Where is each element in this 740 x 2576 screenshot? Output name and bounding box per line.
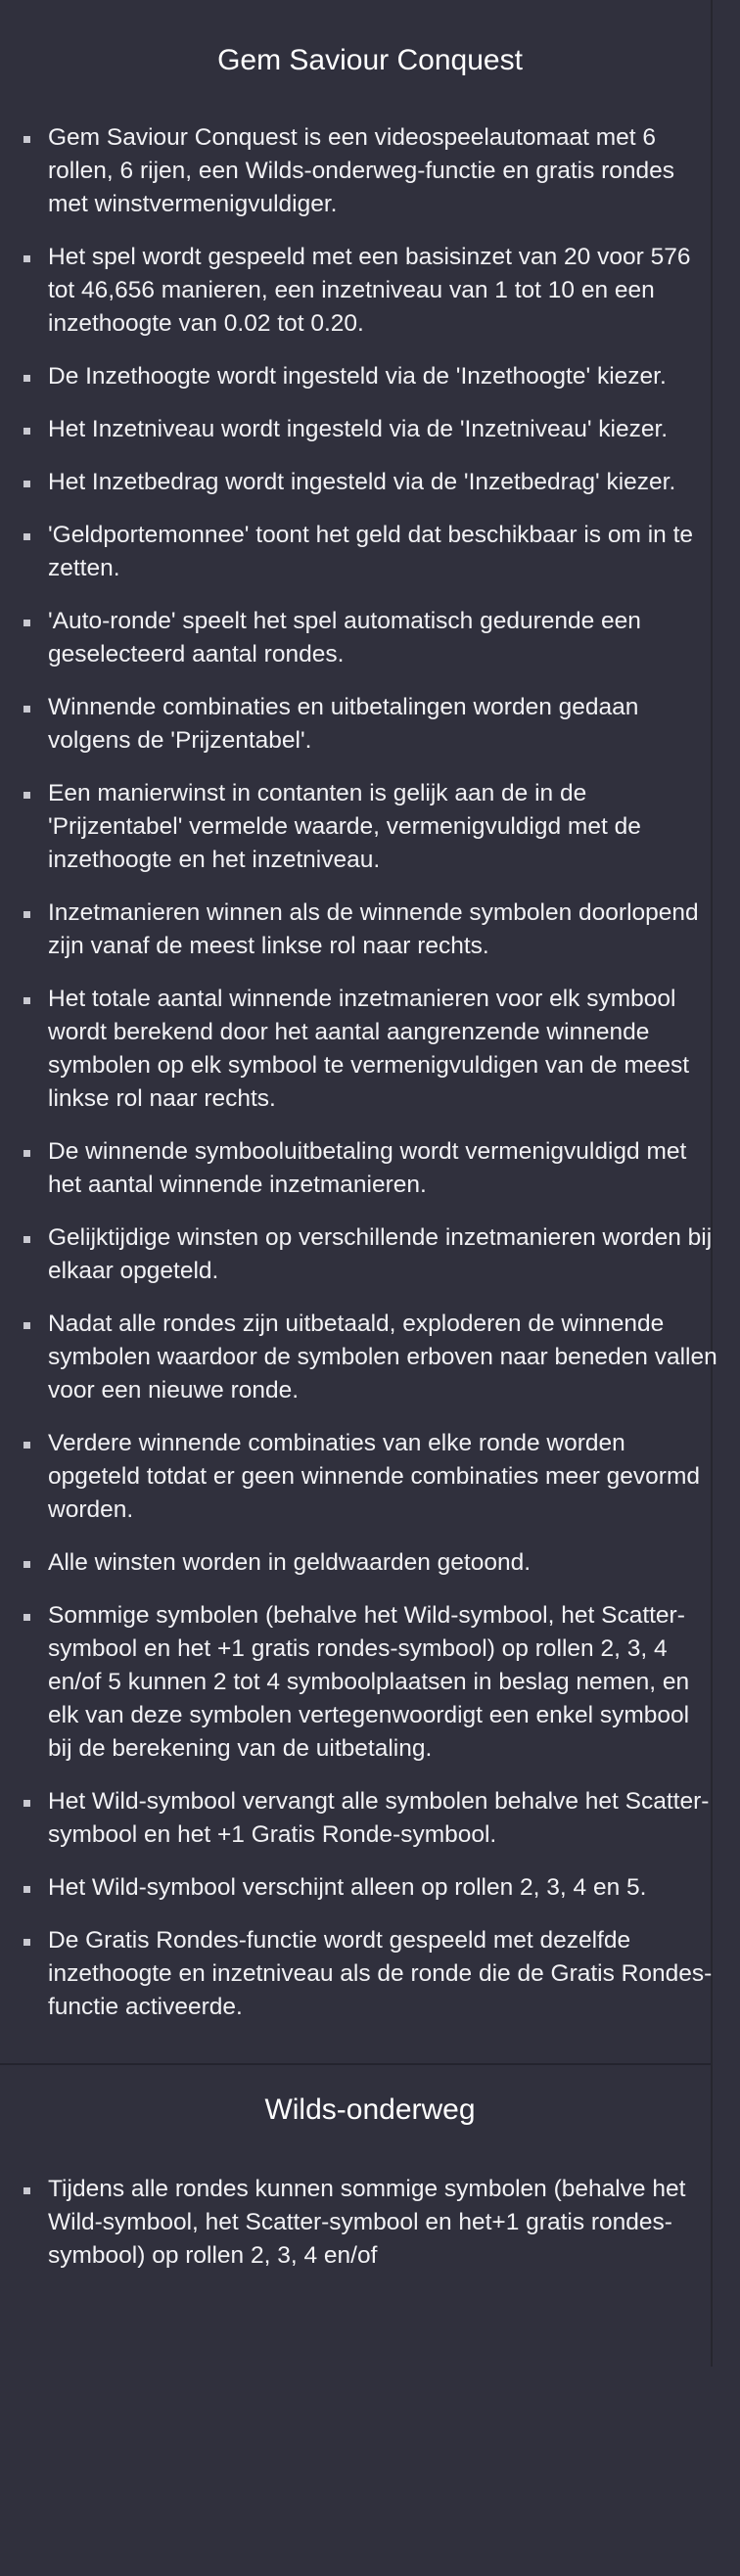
rule-item: De Gratis Rondes-functie wordt gespeeld … <box>23 1924 718 2024</box>
rule-text: Het Inzetbedrag wordt ingesteld via de '… <box>48 469 676 495</box>
game-rules-section: Gem Saviour Conquest Gem Saviour Conques… <box>0 0 740 2063</box>
rule-text: Het spel wordt gespeeld met een basisinz… <box>48 244 691 337</box>
rule-text: De Gratis Rondes-functie wordt gespeeld … <box>48 1927 713 2020</box>
rule-item: Alle winsten worden in geldwaarden getoo… <box>23 1546 718 1580</box>
bullet-icon <box>23 1150 30 1157</box>
rule-text: Nadat alle rondes zijn uitbetaald, explo… <box>48 1311 717 1403</box>
rule-item: Het Inzetniveau wordt ingesteld via de '… <box>23 413 718 446</box>
rule-item: Sommige symbolen (behalve het Wild-symbo… <box>23 1599 718 1766</box>
rule-item: Gem Saviour Conquest is een videospeelau… <box>23 121 718 221</box>
wilds-onderweg-list: Tijdens alle rondes kunnen sommige symbo… <box>0 2173 740 2273</box>
rule-text: Inzetmanieren winnen als de winnende sym… <box>48 899 699 959</box>
game-rules-list: Gem Saviour Conquest is een videospeelau… <box>0 121 740 2063</box>
rule-text: 'Auto-ronde' speelt het spel automatisch… <box>48 608 641 667</box>
bullet-icon <box>23 1442 30 1449</box>
bullet-icon <box>23 1236 30 1243</box>
bullet-icon <box>23 136 30 143</box>
rule-text: De Inzethoogte wordt ingesteld via de 'I… <box>48 363 667 390</box>
rule-text: 'Geldportemonnee' toont het geld dat bes… <box>48 522 694 581</box>
rule-item: Verdere winnende combinaties van elke ro… <box>23 1427 718 1527</box>
bullet-icon <box>23 1886 30 1893</box>
rule-item: Het Inzetbedrag wordt ingesteld via de '… <box>23 466 718 499</box>
rule-item: Gelijktijdige winsten op verschillende i… <box>23 1221 718 1288</box>
rule-item: De winnende symbooluitbetaling wordt ver… <box>23 1135 718 1202</box>
rule-item: Inzetmanieren winnen als de winnende sym… <box>23 897 718 963</box>
rule-item: Het Wild-symbool vervangt alle symbolen … <box>23 1785 718 1852</box>
bullet-icon <box>23 997 30 1004</box>
rule-item: Tijdens alle rondes kunnen sommige symbo… <box>23 2173 718 2273</box>
rule-text: Gelijktijdige winsten op verschillende i… <box>48 1224 713 1284</box>
bullet-icon <box>23 792 30 799</box>
rule-item: Het spel wordt gespeeld met een basisinz… <box>23 241 718 341</box>
bullet-icon <box>23 428 30 435</box>
rule-text: Het totale aantal winnende inzetmanieren… <box>48 986 690 1112</box>
bullet-icon <box>23 911 30 918</box>
rule-text: De winnende symbooluitbetaling wordt ver… <box>48 1138 687 1198</box>
bullet-icon <box>23 2187 30 2194</box>
rule-item: Het totale aantal winnende inzetmanieren… <box>23 983 718 1116</box>
bullet-icon <box>23 620 30 626</box>
rule-text: Een manierwinst in contanten is gelijk a… <box>48 780 641 873</box>
rule-item: 'Auto-ronde' speelt het spel automatisch… <box>23 605 718 671</box>
rule-text: Het Wild-symbool verschijnt alleen op ro… <box>48 1874 647 1901</box>
rule-item: 'Geldportemonnee' toont het geld dat bes… <box>23 519 718 585</box>
rule-text: Verdere winnende combinaties van elke ro… <box>48 1430 700 1523</box>
rule-text: Winnende combinaties en uitbetalingen wo… <box>48 694 639 754</box>
bullet-icon <box>23 1939 30 1946</box>
bullet-icon <box>23 1800 30 1807</box>
wilds-onderweg-section: Wilds-onderweg Tijdens alle rondes kunne… <box>0 2065 740 2273</box>
rule-item: De Inzethoogte wordt ingesteld via de 'I… <box>23 360 718 393</box>
section-title-game-rules: Gem Saviour Conquest <box>217 44 523 76</box>
bullet-icon <box>23 375 30 382</box>
bullet-icon <box>23 1322 30 1329</box>
rule-item: Een manierwinst in contanten is gelijk a… <box>23 777 718 877</box>
bullet-icon <box>23 1561 30 1568</box>
rule-text: Tijdens alle rondes kunnen sommige symbo… <box>48 2176 686 2269</box>
rule-text: Het Wild-symbool vervangt alle symbolen … <box>48 1788 710 1848</box>
bullet-icon <box>23 533 30 540</box>
rule-text: Gem Saviour Conquest is een videospeelau… <box>48 124 675 217</box>
rule-text: Alle winsten worden in geldwaarden getoo… <box>48 1549 532 1576</box>
bullet-icon <box>23 255 30 262</box>
bullet-icon <box>23 706 30 713</box>
section-title-wilds-onderweg: Wilds-onderweg <box>264 2093 476 2126</box>
bullet-icon <box>23 1614 30 1621</box>
bullet-icon <box>23 481 30 487</box>
rule-item: Het Wild-symbool verschijnt alleen op ro… <box>23 1871 718 1905</box>
rule-text: Het Inzetniveau wordt ingesteld via de '… <box>48 416 669 442</box>
rule-item: Winnende combinaties en uitbetalingen wo… <box>23 691 718 758</box>
rule-item: Nadat alle rondes zijn uitbetaald, explo… <box>23 1308 718 1407</box>
rule-text: Sommige symbolen (behalve het Wild-symbo… <box>48 1602 690 1762</box>
